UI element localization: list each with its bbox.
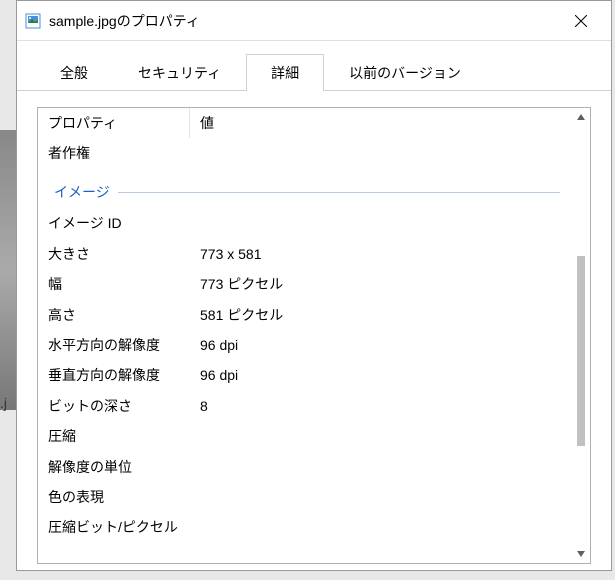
property-row[interactable]: 色の表現 xyxy=(38,482,572,512)
tab-strip: 全般 セキュリティ 詳細 以前のバージョン xyxy=(17,41,611,91)
file-type-icon xyxy=(25,13,41,29)
property-value xyxy=(190,212,572,234)
property-row[interactable]: 高さ581 ピクセル xyxy=(38,300,572,330)
property-name: 色の表現 xyxy=(38,486,190,508)
property-row[interactable]: 水平方向の解像度96 dpi xyxy=(38,330,572,360)
tab-security[interactable]: セキュリティ xyxy=(113,54,246,91)
property-value: 773 ピクセル xyxy=(190,273,572,295)
tab-content: プロパティ 値 者作権 イメージ イメージ ID大きさ773 x 581幅773… xyxy=(17,91,611,580)
property-value xyxy=(190,425,572,447)
scroll-down-button[interactable] xyxy=(572,545,590,563)
property-row[interactable]: 垂直方向の解像度96 dpi xyxy=(38,360,572,390)
property-row[interactable]: 者作権 xyxy=(38,138,572,168)
vertical-scrollbar[interactable] xyxy=(572,108,590,563)
property-name: 圧縮ビット/ピクセル xyxy=(38,516,190,538)
window-title: sample.jpgのプロパティ xyxy=(49,11,558,31)
property-value xyxy=(190,516,572,538)
properties-list: プロパティ 値 者作権 イメージ イメージ ID大きさ773 x 581幅773… xyxy=(37,107,591,564)
properties-dialog: sample.jpgのプロパティ 全般 セキュリティ 詳細 以前のバージョン プ… xyxy=(16,0,612,571)
property-name: イメージ ID xyxy=(38,212,190,234)
property-row[interactable]: ビットの深さ8 xyxy=(38,391,572,421)
property-name: 解像度の単位 xyxy=(38,456,190,478)
property-value: 581 ピクセル xyxy=(190,304,572,326)
property-value: 96 dpi xyxy=(190,334,572,356)
property-value: 8 xyxy=(190,395,572,417)
tab-details[interactable]: 詳細 xyxy=(246,54,324,91)
property-value: 773 x 581 xyxy=(190,243,572,265)
tab-previous-versions[interactable]: 以前のバージョン xyxy=(324,54,486,91)
property-row[interactable]: 圧縮 xyxy=(38,421,572,451)
property-row[interactable]: イメージ ID xyxy=(38,208,572,238)
titlebar: sample.jpgのプロパティ xyxy=(17,1,611,41)
section-image: イメージ xyxy=(38,176,572,208)
property-name: 圧縮 xyxy=(38,425,190,447)
property-row[interactable]: 大きさ773 x 581 xyxy=(38,239,572,269)
property-value: 96 dpi xyxy=(190,364,572,386)
tab-general[interactable]: 全般 xyxy=(35,54,113,91)
scrollbar-track[interactable] xyxy=(572,126,590,545)
background-filename-fragment: .j xyxy=(0,395,7,411)
property-value xyxy=(190,142,572,164)
property-row[interactable]: 解像度の単位 xyxy=(38,452,572,482)
section-divider xyxy=(118,192,560,193)
column-header-property[interactable]: プロパティ xyxy=(38,108,190,138)
property-value xyxy=(190,456,572,478)
property-value xyxy=(190,486,572,508)
close-button[interactable] xyxy=(558,1,603,41)
column-header-value[interactable]: 値 xyxy=(190,108,572,138)
scrollbar-thumb[interactable] xyxy=(577,256,585,446)
property-name: 者作権 xyxy=(38,142,190,164)
property-name: 垂直方向の解像度 xyxy=(38,364,190,386)
section-label-image: イメージ xyxy=(54,182,110,202)
property-row[interactable]: 圧縮ビット/ピクセル xyxy=(38,512,572,542)
scroll-up-button[interactable] xyxy=(572,108,590,126)
property-name: ビットの深さ xyxy=(38,395,190,417)
property-row[interactable]: 幅773 ピクセル xyxy=(38,269,572,299)
property-name: 幅 xyxy=(38,273,190,295)
column-headers: プロパティ 値 xyxy=(38,108,572,138)
property-name: 水平方向の解像度 xyxy=(38,334,190,356)
property-name: 大きさ xyxy=(38,243,190,265)
property-name: 高さ xyxy=(38,304,190,326)
background-image-strip xyxy=(0,130,16,410)
